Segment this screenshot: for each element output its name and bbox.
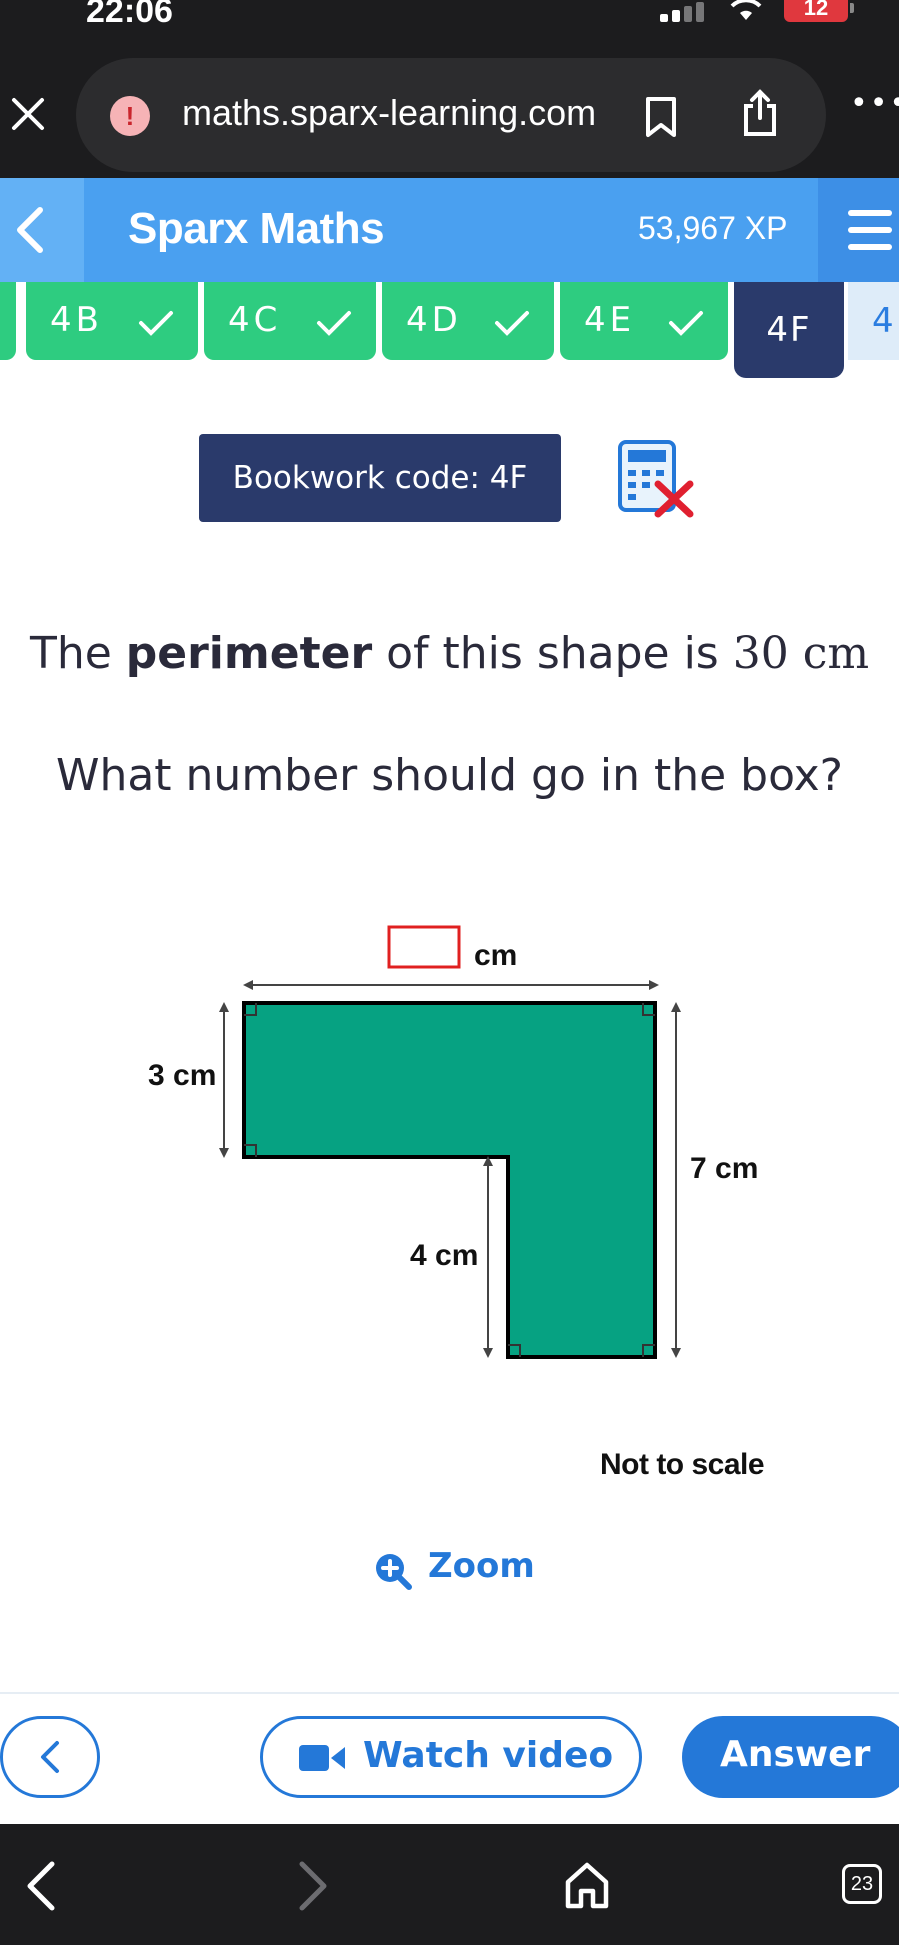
divider (0, 1692, 899, 1694)
tab-4d[interactable]: 4D (382, 282, 554, 360)
answer-box[interactable] (387, 925, 461, 969)
battery-indicator: 12 (784, 0, 854, 22)
tab-next-partial[interactable]: 4 (848, 282, 899, 360)
bookmark-icon[interactable] (644, 96, 678, 138)
tab-partial-left[interactable] (0, 282, 16, 360)
url-text[interactable]: maths.sparx-learning.com (182, 92, 596, 134)
l-shape (242, 1001, 657, 1359)
home-icon[interactable] (564, 1860, 610, 1910)
question-line-2: What number should go in the box? (55, 750, 844, 801)
screen: 22:06 12 ! maths.sparx-learning.com •• S… (0, 0, 899, 1945)
browser-forward-icon[interactable] (296, 1860, 332, 1912)
top-unit-label: cm (474, 939, 517, 972)
xp-counter: 53,967 XP (638, 210, 788, 246)
share-icon[interactable] (740, 88, 780, 138)
tab-4b[interactable]: 4B (26, 282, 198, 360)
video-camera-icon (299, 1745, 345, 1771)
warning-icon[interactable]: ! (110, 96, 150, 136)
not-to-scale-note: Not to scale (600, 1448, 765, 1481)
chevron-left-icon (41, 1741, 59, 1773)
tab-4c[interactable]: 4C (204, 282, 376, 360)
l-shape-diagram: cm 3 cm 7 cm 4 cm (148, 925, 758, 1359)
app-header: Sparx Maths 53,967 XP (0, 178, 899, 282)
chevron-left-icon (17, 207, 43, 253)
perimeter-value: 30 cm (732, 628, 870, 679)
tab-4e[interactable]: 4E (560, 282, 728, 360)
browser-toolbar: ! maths.sparx-learning.com ••• (0, 40, 899, 178)
more-icon[interactable]: ••• (850, 89, 899, 119)
tab-4f[interactable]: 4F (734, 282, 844, 378)
check-icon (317, 311, 351, 336)
watch-video-button[interactable]: Watch video (260, 1716, 642, 1798)
answer-button[interactable]: Answer (682, 1716, 899, 1798)
tab-switcher-button[interactable]: 23 (842, 1864, 882, 1904)
calculator-not-allowed-icon (618, 440, 694, 518)
check-icon (669, 311, 703, 336)
status-bar: 22:06 12 (0, 0, 899, 40)
hamburger-icon (848, 210, 892, 216)
right-label: 7 cm (690, 1152, 758, 1185)
left-label: 3 cm (148, 1059, 216, 1092)
bookwork-code: Bookwork code: 4F (199, 434, 561, 522)
address-bar[interactable]: ! maths.sparx-learning.com (76, 58, 826, 172)
question-line-1: The perimeter of this shape is 30 cm (29, 628, 870, 679)
previous-button[interactable] (0, 1716, 100, 1798)
menu-button[interactable] (818, 178, 899, 282)
status-time: 22:06 (86, 0, 173, 30)
keyword-perimeter: perimeter (125, 628, 373, 679)
inner-label: 4 cm (410, 1239, 478, 1272)
wifi-icon (730, 0, 762, 20)
browser-back-icon[interactable] (22, 1860, 58, 1912)
back-button[interactable] (0, 178, 84, 282)
close-icon[interactable] (8, 94, 48, 134)
app-title: Sparx Maths (128, 204, 385, 253)
check-icon (139, 311, 173, 336)
check-icon (495, 311, 529, 336)
signal-icon (660, 2, 710, 22)
browser-nav-bar: 23 (0, 1824, 899, 1945)
zoom-in-icon (376, 1554, 412, 1590)
task-tabs: 4B 4C 4D 4E 4F 4 (0, 282, 899, 382)
